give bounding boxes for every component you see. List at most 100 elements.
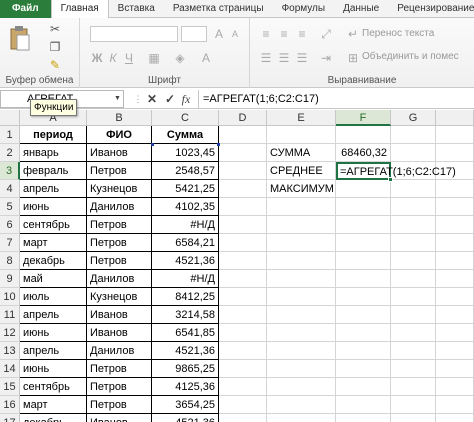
orientation-icon[interactable]: ⤢ — [318, 26, 334, 42]
fill-color-icon[interactable]: ◈ — [172, 50, 188, 66]
cell-g10[interactable] — [391, 288, 436, 306]
cell-e7[interactable] — [267, 234, 336, 252]
align-left-icon[interactable]: ☰ — [258, 50, 274, 66]
cell-f16[interactable] — [336, 396, 391, 414]
align-middle-icon[interactable]: ≡ — [276, 26, 292, 42]
bold-icon[interactable]: Ж — [90, 50, 104, 66]
cell-f5[interactable] — [336, 198, 391, 216]
row-header-14[interactable]: 14 — [0, 360, 20, 378]
cell-a10[interactable]: июль — [20, 288, 87, 306]
cell-a2[interactable]: январь — [20, 144, 87, 162]
cell-h17[interactable] — [436, 414, 474, 422]
cell-b15[interactable]: Петров — [87, 378, 152, 396]
cell-a16[interactable]: март — [20, 396, 87, 414]
align-bottom-icon[interactable]: ≡ — [294, 26, 310, 42]
cell-g11[interactable] — [391, 306, 436, 324]
row-header-1[interactable]: 1 — [0, 126, 20, 144]
cell-c9[interactable]: #Н/Д — [152, 270, 219, 288]
cell-d2[interactable] — [219, 144, 267, 162]
cell-h7[interactable] — [436, 234, 474, 252]
cell-e9[interactable] — [267, 270, 336, 288]
cell-e16[interactable] — [267, 396, 336, 414]
cell-a9[interactable]: май — [20, 270, 87, 288]
wrap-text-button[interactable]: Перенос текста — [362, 28, 434, 39]
cell-h15[interactable] — [436, 378, 474, 396]
cell-e15[interactable] — [267, 378, 336, 396]
cell-a12[interactable]: июнь — [20, 324, 87, 342]
cell-e5[interactable] — [267, 198, 336, 216]
cell-c14[interactable]: 9865,25 — [152, 360, 219, 378]
cell-b13[interactable]: Данилов — [87, 342, 152, 360]
cell-e2[interactable]: СУММА — [267, 144, 336, 162]
cell-f12[interactable] — [336, 324, 391, 342]
row-header-10[interactable]: 10 — [0, 288, 20, 306]
cell-g17[interactable] — [391, 414, 436, 422]
cell-d5[interactable] — [219, 198, 267, 216]
cell-c17[interactable]: 4521,36 — [152, 414, 219, 422]
tab-review[interactable]: Рецензирование — [388, 0, 474, 18]
cell-h16[interactable] — [436, 396, 474, 414]
paste-icon[interactable] — [6, 22, 32, 56]
cell-c16[interactable]: 3654,25 — [152, 396, 219, 414]
cell-a11[interactable]: апрель — [20, 306, 87, 324]
cell-a3[interactable]: февраль — [20, 162, 87, 180]
align-top-icon[interactable]: ≡ — [258, 26, 274, 42]
cell-c15[interactable]: 4125,36 — [152, 378, 219, 396]
cell-b5[interactable]: Данилов — [87, 198, 152, 216]
cell-c4[interactable]: 5421,25 — [152, 180, 219, 198]
cell-d3[interactable] — [219, 162, 267, 180]
cell-e12[interactable] — [267, 324, 336, 342]
fill-handle[interactable] — [388, 177, 393, 182]
font-name-field[interactable] — [90, 26, 178, 42]
wrap-text-icon[interactable]: ↵ — [346, 26, 360, 42]
cell-d13[interactable] — [219, 342, 267, 360]
cell-a14[interactable]: июнь — [20, 360, 87, 378]
tab-page-layout[interactable]: Разметка страницы — [164, 0, 273, 18]
cell-h8[interactable] — [436, 252, 474, 270]
cell-h10[interactable] — [436, 288, 474, 306]
cell-h13[interactable] — [436, 342, 474, 360]
font-color-icon[interactable]: A — [198, 50, 214, 66]
row-header-13[interactable]: 13 — [0, 342, 20, 360]
tab-insert[interactable]: Вставка — [109, 0, 164, 18]
cell-c1[interactable]: Сумма — [152, 126, 219, 144]
align-center-icon[interactable]: ☰ — [276, 50, 292, 66]
row-header-5[interactable]: 5 — [0, 198, 20, 216]
cell-g14[interactable] — [391, 360, 436, 378]
cell-a1[interactable]: период — [20, 126, 87, 144]
cell-d10[interactable] — [219, 288, 267, 306]
column-header-g[interactable]: G — [391, 110, 436, 126]
cell-a8[interactable]: декабрь — [20, 252, 87, 270]
cell-f11[interactable] — [336, 306, 391, 324]
cell-e4[interactable]: МАКСИМУМ — [267, 180, 336, 198]
merge-icon[interactable]: ⊞ — [346, 50, 360, 66]
cell-b14[interactable]: Петров — [87, 360, 152, 378]
cell-b3[interactable]: Петров — [87, 162, 152, 180]
cell-g6[interactable] — [391, 216, 436, 234]
cell-b7[interactable]: Петров — [87, 234, 152, 252]
cell-g5[interactable] — [391, 198, 436, 216]
cell-f1[interactable] — [336, 126, 391, 144]
cell-d8[interactable] — [219, 252, 267, 270]
underline-icon[interactable]: Ч — [122, 50, 136, 66]
cell-b11[interactable]: Иванов — [87, 306, 152, 324]
cell-b16[interactable]: Петров — [87, 396, 152, 414]
copy-icon[interactable]: ❐ — [48, 40, 62, 54]
cell-e8[interactable] — [267, 252, 336, 270]
cell-c8[interactable]: 4521,36 — [152, 252, 219, 270]
cell-c13[interactable]: 4521,36 — [152, 342, 219, 360]
name-box-dropdown-icon[interactable]: ▼ — [114, 95, 121, 102]
align-right-icon[interactable]: ☰ — [294, 50, 310, 66]
column-header-f[interactable]: F — [336, 110, 391, 126]
cell-a15[interactable]: сентябрь — [20, 378, 87, 396]
cell-g16[interactable] — [391, 396, 436, 414]
cell-g15[interactable] — [391, 378, 436, 396]
cell-d16[interactable] — [219, 396, 267, 414]
cell-c7[interactable]: 6584,21 — [152, 234, 219, 252]
cell-h14[interactable] — [436, 360, 474, 378]
italic-icon[interactable]: К — [106, 50, 120, 66]
cell-g2[interactable] — [391, 144, 436, 162]
cell-e6[interactable] — [267, 216, 336, 234]
cell-b12[interactable]: Иванов — [87, 324, 152, 342]
cut-icon[interactable]: ✂ — [48, 22, 62, 36]
